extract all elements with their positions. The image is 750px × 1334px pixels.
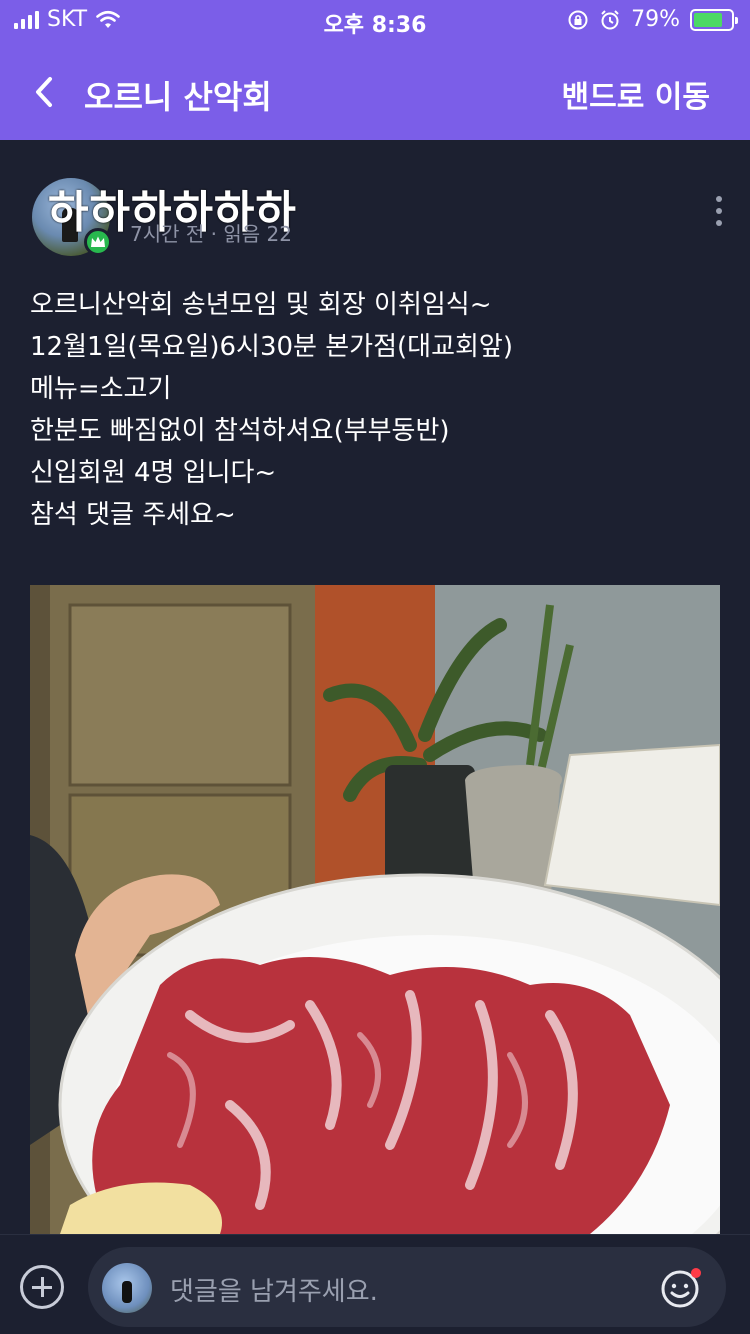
post-body-line: 오르니산악회 송년모임 및 회장 이취임식~	[30, 290, 492, 320]
post-body-line: 메뉴=소고기	[30, 374, 172, 404]
post-meta: 7시간 전 · 읽음 22	[130, 218, 292, 247]
battery-fill	[694, 12, 723, 27]
post-body: 오르니산악회 송년모임 및 회장 이취임식~ 12월1일(목요일)6시30분 본…	[30, 284, 720, 536]
comment-input[interactable]: 댓글을 남겨주세요.	[88, 1247, 726, 1327]
status-right: 79%	[567, 7, 738, 32]
alarm-icon	[601, 9, 619, 29]
status-bar: SKT 오후 8:36 79%	[0, 0, 750, 40]
post-card: 하하하하하하 7시간 전 · 읽음 22 오르니산악회 송년모임 및 회장 이취…	[0, 140, 750, 1234]
post-body-line: 참석 댓글 주세요~	[30, 500, 236, 530]
back-chevron-icon[interactable]	[30, 74, 60, 110]
add-attachment-icon[interactable]	[20, 1265, 64, 1309]
comment-bar: 댓글을 남겨주세요.	[0, 1234, 750, 1334]
go-to-band-button[interactable]: 밴드로 이동	[562, 72, 710, 116]
post-photo[interactable]	[30, 585, 720, 1234]
post-body-line: 신입회원 4명 입니다~	[30, 458, 277, 488]
meta-separator: ·	[210, 222, 224, 246]
read-count: 읽음 22	[223, 222, 292, 246]
navigation-bar: 오르니 산악회 밴드로 이동	[0, 56, 750, 128]
my-avatar	[102, 1263, 152, 1313]
orientation-lock-icon	[568, 10, 588, 29]
comment-placeholder: 댓글을 남겨주세요.	[170, 1277, 378, 1307]
battery-percent: 79%	[631, 7, 680, 32]
sticker-emoji-icon[interactable]	[658, 1265, 704, 1311]
more-options-icon[interactable]	[714, 196, 724, 230]
post-body-line: 12월1일(목요일)6시30분 본가점(대교회앞)	[30, 332, 513, 362]
post-body-line: 한분도 빠짐없이 참석하셔요(부부동반)	[30, 416, 450, 446]
post-time: 7시간 전	[130, 222, 205, 246]
battery-icon	[690, 8, 738, 31]
page-title: 오르니 산악회	[84, 78, 272, 116]
header-bar: SKT 오후 8:36 79% 오르니 산악회 밴드로 이동	[0, 0, 750, 140]
meat-plate-photo	[30, 585, 720, 1234]
